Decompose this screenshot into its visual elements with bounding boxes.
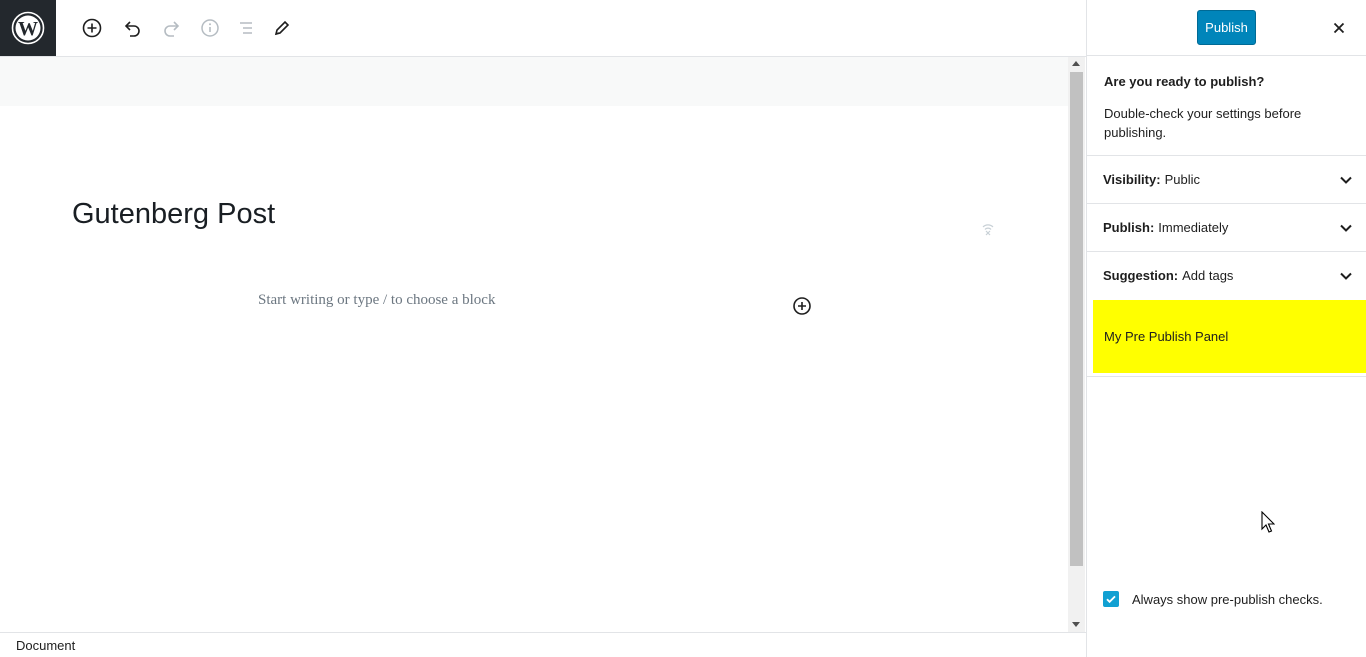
chevron-down-icon[interactable] [1339, 269, 1353, 283]
signal-icon [980, 221, 996, 237]
panel-value: Add tags [1182, 268, 1234, 283]
editor-scrollbar[interactable] [1068, 57, 1085, 632]
mouse-cursor-icon [1261, 511, 1275, 533]
svg-text:W: W [18, 18, 38, 40]
panel-value: Immediately [1158, 220, 1229, 235]
chevron-down-icon[interactable] [1339, 173, 1353, 187]
scroll-down-arrow-icon[interactable] [1072, 622, 1080, 627]
pre-publish-panel: Publish Are you ready to publish? Double… [1086, 0, 1366, 657]
info-icon[interactable] [196, 14, 224, 42]
wordpress-logo-icon[interactable]: W [0, 0, 56, 56]
checkbox-label[interactable]: Always show pre-publish checks. [1132, 592, 1323, 607]
custom-pre-publish-panel: My Pre Publish Panel [1093, 300, 1366, 373]
publish-date-panel[interactable]: Publish: Immediately [1087, 203, 1366, 251]
pencil-icon[interactable] [268, 14, 296, 42]
list-view-icon[interactable] [232, 14, 260, 42]
checkbox-checked-icon[interactable] [1103, 591, 1119, 607]
plus-circle-icon[interactable] [78, 14, 106, 42]
top-toolbar: W [0, 0, 1087, 57]
post-title[interactable]: Gutenberg Post [72, 198, 275, 231]
editor-canvas: Gutenberg Post Start writing or type / t… [0, 57, 1068, 632]
close-icon[interactable] [1329, 18, 1349, 38]
redo-icon[interactable] [158, 14, 186, 42]
pre-publish-description: Double-check your settings before publis… [1104, 106, 1302, 140]
chevron-down-icon[interactable] [1339, 221, 1353, 235]
always-show-checks-option[interactable]: Always show pre-publish checks. [1103, 591, 1323, 607]
block-placeholder[interactable]: Start writing or type / to choose a bloc… [258, 292, 495, 309]
panel-label: Visibility: [1103, 172, 1161, 187]
publish-button[interactable]: Publish [1197, 10, 1256, 45]
panel-label: Suggestion: [1103, 268, 1179, 283]
pre-publish-header: Publish [1087, 0, 1366, 56]
editor-footer: Document [0, 632, 1087, 657]
pre-publish-heading: Are you ready to publish? [1104, 74, 1265, 89]
suggestion-panel[interactable]: Suggestion: Add tags [1087, 251, 1366, 299]
breadcrumb[interactable]: Document [16, 638, 75, 653]
panel-value: Public [1164, 172, 1200, 187]
panel-label: Publish: [1103, 220, 1155, 235]
editor-top-strip [0, 57, 1068, 106]
scroll-thumb[interactable] [1070, 72, 1083, 566]
panel-divider [1087, 376, 1366, 377]
undo-icon[interactable] [118, 14, 146, 42]
editor-app: W Gutenberg Post Start writing or type /… [0, 0, 1366, 657]
scroll-up-arrow-icon[interactable] [1072, 61, 1080, 66]
inline-add-block-icon[interactable] [791, 295, 813, 317]
visibility-panel[interactable]: Visibility: Public [1087, 155, 1366, 203]
